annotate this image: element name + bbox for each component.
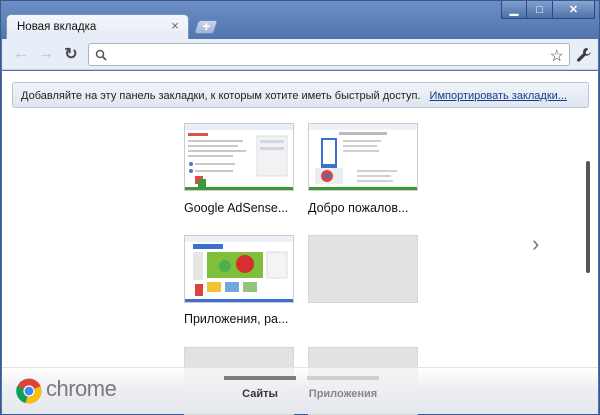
ntp-footer: chrome Сайты Приложения: [2, 367, 598, 414]
bookmark-bar-message: Добавляйте на эту панель закладки, к кот…: [21, 90, 421, 102]
forward-button[interactable]: →: [37, 45, 55, 63]
back-button[interactable]: ←: [12, 45, 30, 63]
chrome-wordmark: chrome: [46, 376, 117, 401]
scrollbar[interactable]: [586, 161, 590, 273]
minimize-button[interactable]: ▁: [501, 1, 527, 19]
tab-close-icon[interactable]: ×: [168, 19, 182, 33]
new-tab-button[interactable]: +: [193, 18, 219, 34]
tab-apps-label: Приложения: [308, 388, 378, 400]
page-preview-welcome: [309, 124, 417, 184]
import-bookmarks-link[interactable]: Импортировать закладки...: [430, 90, 567, 102]
thumbnail-label[interactable]: Добро пожалов...: [308, 201, 423, 215]
browser-window: Новая вкладка × + ▁ □ ✕ ← → ↻ ☆ Добавляй…: [0, 0, 600, 415]
thumbnail-label[interactable]: Приложения, ра...: [184, 312, 299, 326]
star-icon[interactable]: ☆: [550, 46, 564, 66]
thumbnail-label[interactable]: Google AdSense...: [184, 201, 299, 215]
thumbnail-accent-bar: [309, 187, 417, 190]
tab-title: Новая вкладка: [17, 21, 97, 33]
tab-apps[interactable]: Приложения: [307, 376, 379, 400]
reload-icon: ↻: [64, 46, 78, 63]
reload-button[interactable]: ↻: [62, 45, 80, 63]
maximize-button[interactable]: □: [527, 1, 553, 19]
forward-arrow-icon: →: [38, 45, 54, 62]
next-page-chevron-icon[interactable]: ›: [532, 231, 539, 257]
thumbnail-google-adsense[interactable]: [184, 123, 294, 191]
thumbnail-empty: [308, 235, 418, 303]
thumbnail-accent-bar: [185, 299, 293, 302]
address-input[interactable]: [111, 46, 541, 63]
thumbnail-apps[interactable]: [184, 235, 294, 303]
thumbnail-welcome-chrome[interactable]: [308, 123, 418, 191]
page-preview-adsense: [185, 124, 293, 187]
tab-sites[interactable]: Сайты: [224, 376, 296, 400]
window-controls: ▁ □ ✕: [501, 1, 595, 19]
close-button[interactable]: ✕: [553, 1, 595, 19]
omnibox[interactable]: ☆: [88, 43, 570, 66]
page-preview-apps: [185, 236, 293, 296]
chrome-logo-icon: [16, 378, 42, 404]
tab-new-tab[interactable]: Новая вкладка ×: [6, 14, 189, 40]
minimize-icon: ▁: [509, 4, 519, 16]
close-icon: ✕: [568, 4, 579, 16]
wrench-icon[interactable]: [576, 47, 592, 63]
new-tab-page: Добавляйте на эту панель закладки, к кот…: [2, 71, 598, 415]
tab-sites-label: Сайты: [242, 388, 278, 400]
maximize-icon: □: [536, 3, 543, 16]
back-arrow-icon: ←: [13, 45, 29, 62]
plus-icon: +: [202, 18, 211, 34]
thumbnail-accent-bar: [185, 187, 293, 190]
bookmark-bar: Добавляйте на эту панель закладки, к кот…: [12, 82, 589, 108]
search-icon: [95, 49, 107, 61]
toolbar: ← → ↻ ☆: [2, 39, 598, 70]
